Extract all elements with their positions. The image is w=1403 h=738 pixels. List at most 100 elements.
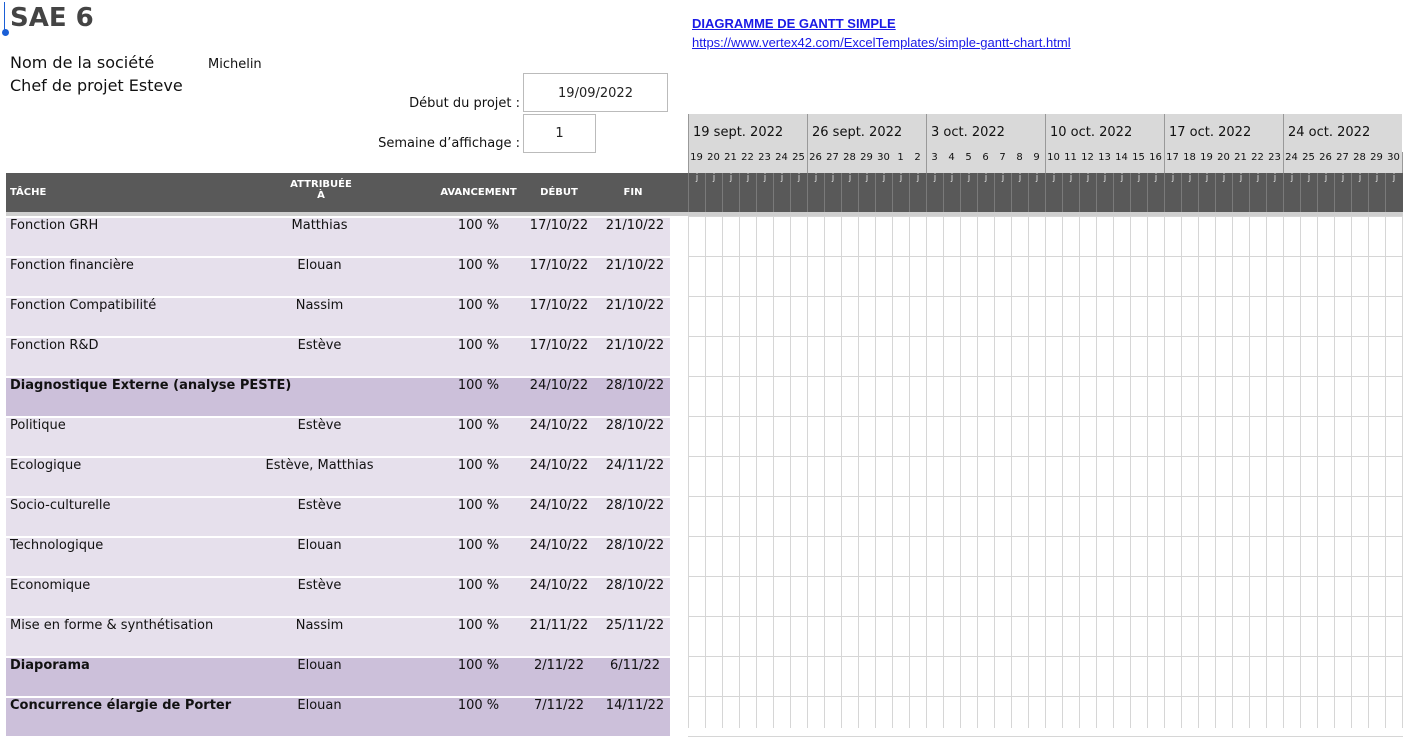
- task-row[interactable]: Economique Estève 100 % 24/10/22 28/10/22: [6, 578, 670, 618]
- task-assignee[interactable]: Elouan: [206, 658, 433, 696]
- task-assignee[interactable]: Matthias: [206, 218, 433, 256]
- template-url-link[interactable]: https://www.vertex42.com/ExcelTemplates/…: [692, 35, 1071, 50]
- task-progress[interactable]: 100 %: [436, 698, 521, 736]
- task-name[interactable]: Diaporama: [10, 658, 90, 696]
- task-end-date[interactable]: 14/11/22: [600, 698, 670, 736]
- task-assignee[interactable]: Nassim: [206, 298, 433, 336]
- task-end-date[interactable]: 21/10/22: [600, 218, 670, 256]
- task-assignee[interactable]: Nassim: [206, 618, 433, 656]
- task-row[interactable]: Ecologique Estève, Matthias 100 % 24/10/22 2…: [6, 458, 670, 498]
- task-end-date[interactable]: 28/10/22: [600, 498, 670, 536]
- task-row[interactable]: Technologique Elouan 100 % 24/10/22 28/10/22: [6, 538, 670, 578]
- task-progress[interactable]: 100 %: [436, 538, 521, 576]
- gantt-grid: [688, 216, 1403, 737]
- task-row[interactable]: Fonction R&D Estève 100 % 17/10/22 21/10/22: [6, 338, 670, 378]
- task-assignee[interactable]: Estève: [206, 418, 433, 456]
- phase-row[interactable]: Diagnostique Externe (analyse PESTE) 100 …: [6, 378, 670, 418]
- task-end-date[interactable]: 6/11/22: [600, 658, 670, 696]
- task-start-date[interactable]: 24/10/22: [524, 538, 594, 576]
- column-header-progress: AVANCEMENT: [440, 187, 517, 198]
- task-name[interactable]: Fonction R&D: [10, 338, 99, 376]
- task-assignee[interactable]: Estève: [206, 498, 433, 536]
- task-end-date[interactable]: 21/10/22: [600, 298, 670, 336]
- task-progress[interactable]: 100 %: [436, 498, 521, 536]
- week-label: 24 oct. 2022: [1288, 125, 1371, 140]
- task-name[interactable]: Fonction Compatibilité: [10, 298, 156, 336]
- task-end-date[interactable]: 21/10/22: [600, 258, 670, 296]
- day-number: 3: [931, 152, 938, 163]
- task-row[interactable]: Fonction financière Elouan 100 % 17/10/22 21…: [6, 258, 670, 298]
- task-name[interactable]: Economique: [10, 578, 90, 616]
- task-start-date[interactable]: 24/10/22: [524, 578, 594, 616]
- grid-row-line: [688, 296, 1403, 297]
- task-name[interactable]: Fonction financière: [10, 258, 134, 296]
- company-value[interactable]: Michelin: [208, 57, 262, 72]
- task-progress[interactable]: 100 %: [436, 338, 521, 376]
- grid-column-line: [1351, 216, 1352, 728]
- task-start-date[interactable]: 17/10/22: [524, 298, 594, 336]
- task-assignee[interactable]: Estève: [206, 578, 433, 616]
- day-letter: j: [892, 173, 909, 212]
- phase-row[interactable]: Diaporama Elouan 100 % 2/11/22 6/11/22: [6, 658, 670, 698]
- task-end-date[interactable]: 28/10/22: [600, 578, 670, 616]
- task-name[interactable]: Politique: [10, 418, 66, 456]
- day-letter: j: [909, 173, 926, 212]
- day-letter: j: [739, 173, 756, 212]
- task-start-date[interactable]: 24/10/22: [524, 418, 594, 456]
- task-assignee[interactable]: Estève, Matthias: [206, 458, 433, 496]
- task-start-date[interactable]: 7/11/22: [524, 698, 594, 736]
- task-progress[interactable]: 100 %: [436, 658, 521, 696]
- task-name[interactable]: Technologique: [10, 538, 103, 576]
- task-start-date[interactable]: 17/10/22: [524, 218, 594, 256]
- day-number: 21: [724, 152, 737, 163]
- task-row[interactable]: Mise en forme & synthétisation Nassim 100 …: [6, 618, 670, 658]
- task-start-date[interactable]: 21/11/22: [524, 618, 594, 656]
- task-assignee[interactable]: Estève: [206, 338, 433, 376]
- task-progress[interactable]: 100 %: [436, 418, 521, 456]
- task-progress[interactable]: 100 %: [436, 618, 521, 656]
- day-number: 16: [1149, 152, 1162, 163]
- task-end-date[interactable]: 28/10/22: [600, 538, 670, 576]
- gantt-title-link[interactable]: DIAGRAMME DE GANTT SIMPLE: [692, 16, 896, 31]
- task-name[interactable]: Fonction GRH: [10, 218, 98, 256]
- task-name[interactable]: Ecologique: [10, 458, 81, 496]
- task-row[interactable]: Fonction Compatibilité Nassim 100 % 17/10/2…: [6, 298, 670, 338]
- task-progress[interactable]: 100 %: [436, 458, 521, 496]
- task-assignee[interactable]: Elouan: [206, 258, 433, 296]
- task-end-date[interactable]: 28/10/22: [600, 378, 670, 416]
- task-name[interactable]: Socio-culturelle: [10, 498, 110, 536]
- task-row[interactable]: Socio-culturelle Estève 100 % 24/10/22 28/10…: [6, 498, 670, 538]
- task-progress[interactable]: 100 %: [436, 218, 521, 256]
- task-start-date[interactable]: 2/11/22: [524, 658, 594, 696]
- task-assignee[interactable]: [206, 378, 433, 416]
- task-start-date[interactable]: 17/10/22: [524, 338, 594, 376]
- task-end-date[interactable]: 21/10/22: [600, 338, 670, 376]
- task-start-date[interactable]: 24/10/22: [524, 378, 594, 416]
- cell-cursor-handle[interactable]: [2, 29, 9, 36]
- task-end-date[interactable]: 28/10/22: [600, 418, 670, 456]
- task-start-date[interactable]: 24/10/22: [524, 498, 594, 536]
- task-progress[interactable]: 100 %: [436, 258, 521, 296]
- task-assignee[interactable]: Elouan: [206, 698, 433, 736]
- project-manager[interactable]: Chef de projet Esteve: [10, 76, 183, 95]
- display-week-input[interactable]: 1: [523, 114, 596, 153]
- task-start-date[interactable]: 24/10/22: [524, 458, 594, 496]
- task-row[interactable]: Fonction GRH Matthias 100 % 17/10/22 21/10/2…: [6, 218, 670, 258]
- grid-column-line: [1096, 216, 1097, 728]
- grid-column-line: [1368, 216, 1369, 728]
- project-start-input[interactable]: 19/09/2022: [523, 73, 668, 112]
- phase-row[interactable]: Concurrence élargie de Porter Elouan 100 %…: [6, 698, 670, 738]
- task-name[interactable]: Mise en forme & synthétisation: [10, 618, 213, 656]
- task-end-date[interactable]: 24/11/22: [600, 458, 670, 496]
- task-progress[interactable]: 100 %: [436, 578, 521, 616]
- task-end-date[interactable]: 25/11/22: [600, 618, 670, 656]
- task-start-date[interactable]: 17/10/22: [524, 258, 594, 296]
- day-letter: j: [1232, 173, 1249, 212]
- day-number: 22: [741, 152, 754, 163]
- task-assignee[interactable]: Elouan: [206, 538, 433, 576]
- task-progress[interactable]: 100 %: [436, 298, 521, 336]
- task-progress[interactable]: 100 %: [436, 378, 521, 416]
- task-name[interactable]: Concurrence élargie de Porter: [10, 698, 231, 736]
- task-row[interactable]: Politique Estève 100 % 24/10/22 28/10/22: [6, 418, 670, 458]
- grid-row-line: [688, 576, 1403, 577]
